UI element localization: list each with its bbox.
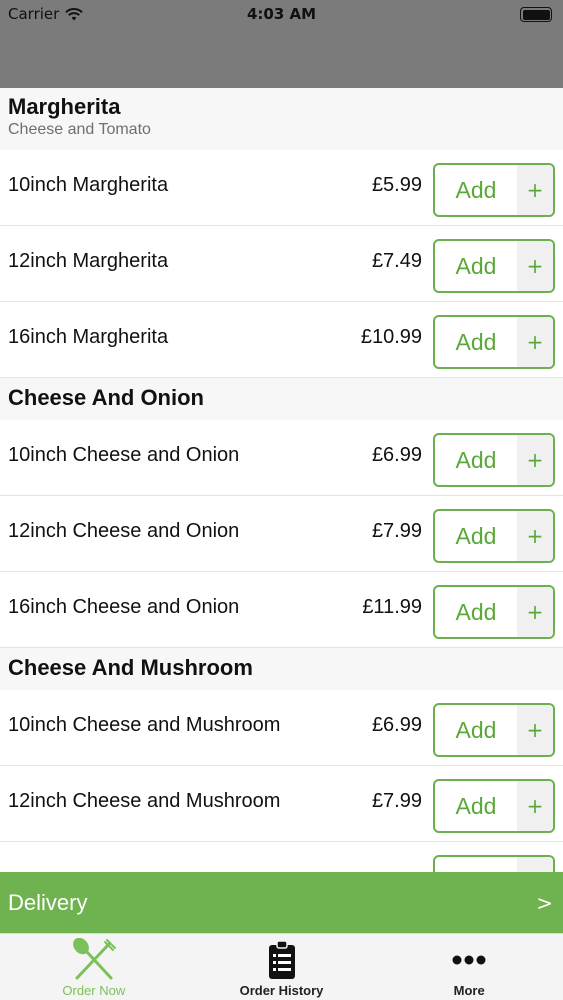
menu-item-row: 10inch Cheese and Onion £6.99 Add + bbox=[0, 420, 563, 496]
add-button-label: Add bbox=[455, 522, 497, 549]
delivery-bar[interactable]: Delivery > bbox=[0, 872, 563, 933]
clipboard-icon bbox=[268, 940, 295, 979]
status-time: 4:03 AM bbox=[246, 5, 317, 23]
add-button-label: Add bbox=[455, 598, 497, 625]
plus-icon: + bbox=[517, 165, 553, 215]
menu-item-row: 16inch Margherita £10.99 Add + bbox=[0, 302, 563, 378]
add-button-label: Add bbox=[455, 792, 497, 819]
item-name: 10inch Cheese and Onion bbox=[8, 444, 240, 466]
section-header-cheese-and-onion: Cheese And Onion bbox=[0, 378, 563, 420]
item-price: £11.99 bbox=[362, 596, 422, 618]
section-title: Cheese And Mushroom bbox=[8, 655, 253, 680]
add-button[interactable]: Add + bbox=[433, 779, 555, 833]
add-button[interactable]: Add + bbox=[433, 855, 555, 872]
tab-more[interactable]: More bbox=[375, 934, 563, 1000]
add-button[interactable]: Add + bbox=[433, 433, 555, 487]
section-header-margherita: Margherita Cheese and Tomato bbox=[0, 88, 563, 150]
add-button-label: Add bbox=[455, 176, 497, 203]
plus-icon: + bbox=[517, 241, 553, 291]
chevron-right-icon: > bbox=[536, 890, 553, 915]
item-name: 12inch Cheese and Onion bbox=[8, 520, 240, 542]
add-button-label: Add bbox=[435, 857, 517, 873]
plus-icon: + bbox=[517, 317, 553, 367]
plus-icon: + bbox=[517, 781, 553, 831]
add-button[interactable]: Add + bbox=[433, 239, 555, 293]
item-price: £7.99 bbox=[371, 520, 422, 542]
section-title: Margherita bbox=[8, 94, 121, 119]
add-button[interactable]: Add + bbox=[433, 509, 555, 563]
item-price: £10.99 bbox=[360, 326, 422, 348]
item-name: 12inch Cheese and Mushroom bbox=[8, 790, 281, 812]
tab-label: Order History bbox=[239, 983, 324, 998]
menu-item-row: 16inch Cheese and Onion £11.99 Add + bbox=[0, 572, 563, 648]
more-dots-icon bbox=[452, 955, 486, 965]
menu-item-row: 10inch Margherita £5.99 Add + bbox=[0, 150, 563, 226]
tab-order-history[interactable]: Order History bbox=[188, 934, 376, 1000]
tab-bar: Order Now Order History More bbox=[0, 933, 563, 1000]
menu-item-row: Add + bbox=[0, 842, 563, 872]
item-price: £7.99 bbox=[371, 790, 422, 812]
add-button[interactable]: Add + bbox=[433, 703, 555, 757]
item-name: 16inch Cheese and Onion bbox=[8, 596, 240, 618]
section-header-cheese-and-mushroom: Cheese And Mushroom bbox=[0, 648, 563, 690]
plus-icon: + bbox=[517, 511, 553, 561]
add-button-label: Add bbox=[455, 716, 497, 743]
menu-item-row: 10inch Cheese and Mushroom £6.99 Add + bbox=[0, 690, 563, 766]
menu-item-row: 12inch Cheese and Onion £7.99 Add + bbox=[0, 496, 563, 572]
status-bar: Carrier 4:03 AM bbox=[0, 0, 563, 88]
item-name: 16inch Margherita bbox=[8, 326, 169, 348]
add-button-label: Add bbox=[455, 446, 497, 473]
item-name: 12inch Margherita bbox=[8, 250, 169, 272]
plus-icon: + bbox=[517, 857, 553, 872]
item-price: £6.99 bbox=[371, 714, 422, 736]
item-price: £6.99 bbox=[371, 444, 422, 466]
menu-item-row: 12inch Cheese and Mushroom £7.99 Add + bbox=[0, 766, 563, 842]
plus-icon: + bbox=[517, 705, 553, 755]
section-title: Cheese And Onion bbox=[8, 385, 204, 410]
tab-label: Order Now bbox=[62, 983, 126, 998]
item-name: 10inch Margherita bbox=[8, 174, 169, 196]
fork-knife-icon bbox=[72, 938, 116, 980]
battery-icon bbox=[520, 7, 552, 22]
delivery-label: Delivery bbox=[8, 889, 88, 915]
menu-list[interactable]: Margherita Cheese and Tomato 10inch Marg… bbox=[0, 88, 563, 872]
tab-label: More bbox=[453, 983, 485, 998]
tab-order-now[interactable]: Order Now bbox=[0, 934, 188, 1000]
add-button[interactable]: Add + bbox=[433, 585, 555, 639]
item-price: £5.99 bbox=[371, 174, 422, 196]
add-button[interactable]: Add + bbox=[433, 163, 555, 217]
add-button-label: Add bbox=[455, 252, 497, 279]
item-name: 10inch Cheese and Mushroom bbox=[8, 714, 281, 736]
add-button[interactable]: Add + bbox=[433, 315, 555, 369]
plus-icon: + bbox=[517, 435, 553, 485]
item-price: £7.49 bbox=[371, 250, 422, 272]
plus-icon: + bbox=[517, 587, 553, 637]
menu-item-row: 12inch Margherita £7.49 Add + bbox=[0, 226, 563, 302]
section-subtitle: Cheese and Tomato bbox=[8, 121, 151, 138]
add-button-label: Add bbox=[455, 328, 497, 355]
